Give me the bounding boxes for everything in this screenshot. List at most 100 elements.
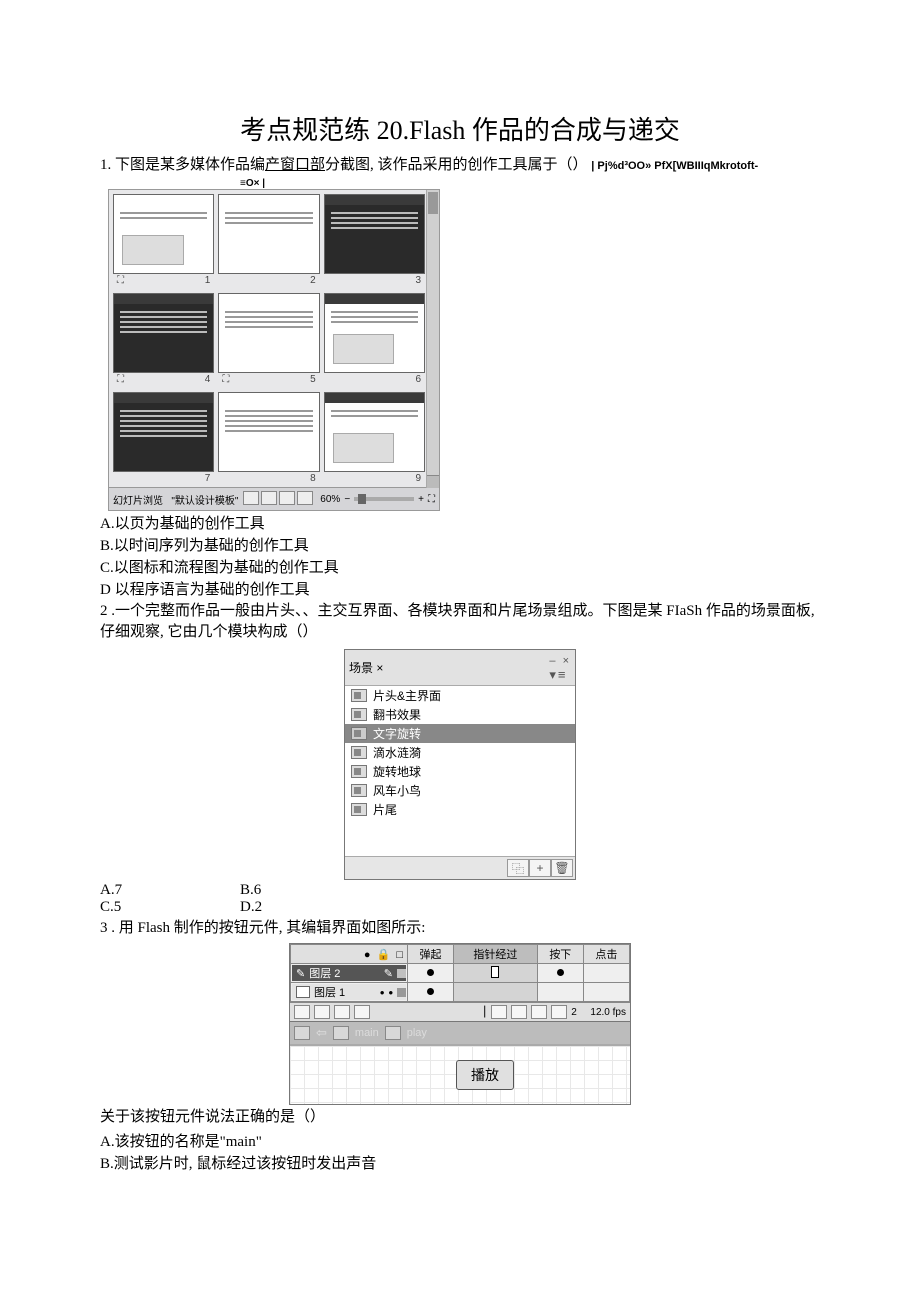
playhead-icon: ⎮: [482, 1007, 487, 1018]
symbol-icon[interactable]: [385, 1026, 401, 1040]
slide-num: 9: [415, 473, 421, 484]
dot-icon: [380, 985, 385, 1000]
slide-thumb[interactable]: [113, 293, 214, 373]
q2-stem: 2 .一个完整而作品一般由片头、、主交互界面、各模块界面和片尾场景组成。下图是某…: [100, 601, 820, 643]
scene-item[interactable]: 翻书效果: [345, 705, 575, 724]
zoom-slider[interactable]: [354, 497, 414, 501]
scene-icon[interactable]: [333, 1026, 349, 1040]
q3-option-a: A.该按钮的名称是"main": [100, 1130, 820, 1151]
scene-item-selected[interactable]: 文字旋转: [345, 724, 575, 743]
q2-option-d: D.2: [240, 899, 380, 916]
frame-cell[interactable]: [454, 983, 538, 1002]
q1-option-b: B.以时间序列为基础的创作工具: [100, 534, 820, 555]
scene-item-label: 文字旋转: [373, 725, 421, 742]
layer-name-label: 图层 2: [309, 965, 340, 981]
slide-icon: ⛶: [117, 374, 124, 385]
breadcrumb-main[interactable]: main: [355, 1027, 379, 1039]
panel-minimize-icon[interactable]: – ×: [549, 655, 571, 667]
slide-thumb[interactable]: [324, 392, 425, 472]
slide-num: 3: [415, 275, 421, 286]
crosshair-icon[interactable]: [294, 1026, 310, 1040]
slide-thumb[interactable]: [218, 392, 319, 472]
scene-icon: [351, 803, 367, 816]
breadcrumb-play[interactable]: play: [407, 1027, 427, 1039]
lock-icon[interactable]: 🔒: [377, 948, 391, 961]
scene-list[interactable]: 片头&主界面 翻书效果 文字旋转 滴水涟漪 旋转地球 风车小鸟 片尾: [345, 686, 575, 856]
slide-icon: ⛶: [222, 374, 229, 385]
scene-icon: [351, 746, 367, 759]
layer-row[interactable]: 图层 1: [291, 983, 630, 1002]
outline-icon[interactable]: □: [396, 949, 403, 961]
slide-num: 4: [205, 374, 211, 385]
fps-label: 12.0 fps: [590, 1007, 626, 1018]
onion-skin-button[interactable]: [551, 1005, 567, 1019]
frame-cell[interactable]: [408, 964, 454, 983]
delete-layer-button[interactable]: [334, 1005, 350, 1019]
scene-item[interactable]: 片尾: [345, 800, 575, 819]
pencil-icon: ✎: [296, 967, 305, 980]
fig1-scroll-thumb[interactable]: [428, 192, 438, 214]
frame-cell[interactable]: [583, 964, 629, 983]
scene-item[interactable]: 片头&主界面: [345, 686, 575, 705]
slide-num: 6: [415, 374, 421, 385]
frame-cell[interactable]: [454, 964, 538, 983]
slide-thumb[interactable]: [113, 194, 214, 274]
state-over: 指针经过: [454, 945, 538, 964]
frame-cell[interactable]: [537, 983, 583, 1002]
q2-option-c: C.5: [100, 899, 240, 916]
scene-item-label: 翻书效果: [373, 706, 421, 723]
slide-num: 1: [205, 275, 211, 286]
status-view-buttons[interactable]: [243, 491, 315, 508]
new-layer-button[interactable]: [294, 1005, 310, 1019]
q1-option-c: C.以图标和流程图为基础的创作工具: [100, 556, 820, 577]
fullscreen-icon[interactable]: ⛶: [428, 494, 435, 505]
page-title: 考点规范练 20.Flash 作品的合成与递交: [100, 110, 820, 147]
pencil-icon: ✎: [384, 967, 393, 980]
frame-cell[interactable]: [408, 983, 454, 1002]
back-arrow-icon[interactable]: ⇦: [316, 1025, 327, 1041]
edit-breadcrumb: ⇦ main play: [290, 1021, 630, 1044]
slide-thumb[interactable]: [218, 293, 319, 373]
slide-num: 7: [205, 473, 211, 484]
dot-icon: [388, 985, 393, 1000]
eye-icon[interactable]: ●: [364, 949, 371, 961]
slide-thumb[interactable]: [324, 293, 425, 373]
fig2-scene-panel: 场景 × – × ▾≡ 片头&主界面 翻书效果 文字旋转 滴水涟漪 旋转地球 风…: [344, 649, 576, 880]
q1-option-d: D 以程序语言为基础的创作工具: [100, 578, 820, 599]
delete-scene-button[interactable]: 🗑: [551, 859, 573, 877]
q2-text: .一个完整而作品一般由片头、、主交互界面、各模块界面和片尾场景组成。下图是某 F…: [100, 603, 815, 640]
play-button[interactable]: 播放: [456, 1060, 514, 1090]
scene-item[interactable]: 滴水涟漪: [345, 743, 575, 762]
zoom-in-button[interactable]: +: [418, 494, 424, 505]
onion-skin-button[interactable]: [511, 1005, 527, 1019]
q3-stem: 3 . 用 Flash 制作的按钮元件, 其编辑界面如图所示:: [100, 918, 820, 939]
frame-cell[interactable]: [537, 964, 583, 983]
layer-row[interactable]: ✎ 图层 2 ✎: [291, 964, 630, 983]
slide-thumb[interactable]: [218, 194, 319, 274]
scene-item[interactable]: 旋转地球: [345, 762, 575, 781]
zoom-out-button[interactable]: −: [344, 494, 350, 505]
fig1-scroll-down[interactable]: [427, 475, 439, 488]
state-hit: 点击: [583, 945, 629, 964]
new-folder-button[interactable]: [314, 1005, 330, 1019]
q1-garbled: | Pj%d³OO» PfX[WBIIIqMkrotoft-: [591, 160, 758, 172]
onion-skin-button[interactable]: [531, 1005, 547, 1019]
fig3-button-timeline: ● 🔒 □ 弹起 指针经过 按下 点击 ✎ 图层 2: [289, 943, 631, 1105]
q1-option-a: A.以页为基础的创作工具: [100, 512, 820, 533]
slide-thumb[interactable]: [113, 392, 214, 472]
scene-item[interactable]: 风车小鸟: [345, 781, 575, 800]
scene-icon: [351, 708, 367, 721]
outline-box: [397, 988, 406, 997]
slide-thumb[interactable]: [324, 194, 425, 274]
add-scene-button[interactable]: +: [529, 859, 551, 877]
slide-num: 8: [310, 473, 316, 484]
frame-cell[interactable]: [583, 983, 629, 1002]
onion-skin-button[interactable]: [491, 1005, 507, 1019]
duplicate-scene-button[interactable]: ⿻: [507, 859, 529, 877]
panel-menu-icon[interactable]: ▾≡: [549, 667, 567, 682]
slide-icon: ⛶: [117, 275, 124, 286]
tool-button[interactable]: [354, 1005, 370, 1019]
fig1-scrollbar[interactable]: [426, 190, 439, 488]
slide-num: 2: [310, 275, 316, 286]
q1-tiny: ≡O× |: [240, 178, 820, 189]
